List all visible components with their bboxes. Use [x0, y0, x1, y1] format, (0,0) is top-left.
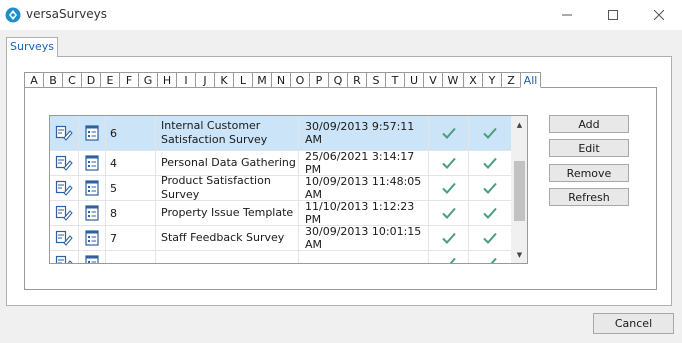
surveys-grid[interactable]: 7 Staff Feedback Survey 30/09/2013 10:01:1…	[49, 115, 528, 264]
edit-survey-icon[interactable]	[50, 201, 79, 225]
survey-date: 25/06/2021 3:14:17 PM	[299, 150, 429, 176]
view-survey-icon[interactable]	[79, 226, 106, 250]
letter-tab-w[interactable]: W	[442, 72, 464, 88]
view-survey-icon[interactable]	[79, 151, 106, 175]
table-row[interactable]: 4 Personal Data Gathering 25/06/2021 3:14:…	[50, 150, 511, 176]
check-icon	[429, 176, 469, 200]
scroll-down-button[interactable]: ▼	[511, 246, 527, 263]
letter-tab-h[interactable]: H	[157, 72, 177, 88]
letter-tab-f[interactable]: F	[119, 72, 139, 88]
letter-tab-l[interactable]: L	[233, 72, 253, 88]
check-icon	[469, 226, 511, 250]
survey-name: Staff Feedback Survey	[156, 226, 299, 250]
letter-tab-p[interactable]: P	[309, 72, 329, 88]
add-button[interactable]: Add	[549, 115, 629, 133]
cancel-button[interactable]: Cancel	[593, 313, 674, 334]
survey-id: 7	[106, 226, 156, 250]
scroll-up-button[interactable]: ▲	[511, 116, 527, 133]
table-row[interactable]: 5 Product Satisfaction Survey 10/09/2013 1…	[50, 174, 511, 201]
survey-id: 8	[106, 201, 156, 225]
letter-tab-q[interactable]: Q	[328, 72, 348, 88]
minimize-icon	[562, 14, 572, 16]
maximize-button[interactable]	[590, 0, 636, 30]
check-icon	[429, 201, 469, 225]
check-icon	[429, 226, 469, 250]
letter-tab-t[interactable]: T	[385, 72, 405, 88]
survey-date: 30/09/2013 10:01:15 AM	[299, 225, 429, 251]
table-row[interactable]: 8 Property Issue Template 11/10/2013 1:12:…	[50, 200, 511, 226]
survey-date: 11/10/2013 1:12:23 PM	[299, 200, 429, 226]
table-row[interactable]: 7 Staff Feedback Survey 30/09/2013 10:01:1…	[50, 225, 511, 251]
check-icon	[469, 251, 511, 263]
edit-survey-icon[interactable]	[50, 176, 79, 200]
letter-tab-k[interactable]: K	[214, 72, 234, 88]
letter-tab-u[interactable]: U	[404, 72, 424, 88]
check-icon	[469, 176, 511, 200]
edit-survey-icon[interactable]	[50, 151, 79, 175]
survey-name: Property Issue Template	[156, 201, 299, 225]
view-survey-icon[interactable]	[79, 116, 106, 150]
title-bar: versaSurveys	[0, 0, 682, 30]
survey-date: 30/09/2013 9:57:11 AM	[299, 116, 429, 150]
check-icon	[469, 116, 511, 150]
letter-tab-j[interactable]: J	[195, 72, 215, 88]
letter-tab-x[interactable]: X	[463, 72, 483, 88]
check-icon	[429, 151, 469, 175]
check-icon	[429, 251, 469, 263]
scrollbar-thumb[interactable]	[514, 161, 525, 221]
maximize-icon	[608, 10, 618, 20]
letter-tab-b[interactable]: B	[43, 72, 63, 88]
letter-tab-r[interactable]: R	[347, 72, 367, 88]
check-icon	[469, 201, 511, 225]
view-survey-icon[interactable]	[79, 201, 106, 225]
check-icon	[429, 116, 469, 150]
survey-id: 6	[106, 116, 156, 150]
survey-id: 5	[106, 176, 156, 200]
edit-survey-icon[interactable]	[50, 226, 79, 250]
letter-filter-tabs: A B C D E F G H I J K L M N O P Q R S T U V W X Y Z All	[24, 72, 541, 88]
survey-id	[106, 251, 156, 263]
close-button[interactable]	[636, 0, 682, 30]
edit-survey-icon	[50, 251, 79, 263]
tab-surveys[interactable]: Surveys	[6, 37, 58, 57]
edit-button[interactable]: Edit	[549, 139, 629, 157]
letter-tab-y[interactable]: Y	[482, 72, 502, 88]
letter-tab-c[interactable]: C	[62, 72, 82, 88]
letter-tab-a[interactable]: A	[24, 72, 44, 88]
remove-button[interactable]: Remove	[549, 164, 629, 182]
survey-date: 10/09/2013 11:48:05 AM	[299, 175, 429, 201]
letter-tab-m[interactable]: M	[252, 72, 272, 88]
survey-date	[299, 251, 429, 263]
check-icon	[469, 151, 511, 175]
letter-tab-v[interactable]: V	[423, 72, 443, 88]
edit-survey-icon[interactable]	[50, 116, 79, 150]
table-row-partial	[50, 251, 511, 263]
view-survey-icon	[79, 251, 106, 263]
letter-tab-s[interactable]: S	[366, 72, 386, 88]
letter-tab-all[interactable]: All	[520, 72, 541, 88]
refresh-button[interactable]: Refresh	[549, 188, 629, 206]
letter-tab-i[interactable]: I	[176, 72, 196, 88]
close-icon	[654, 10, 664, 20]
letter-tab-g[interactable]: G	[138, 72, 158, 88]
versa-logo-icon	[5, 7, 21, 23]
view-survey-icon[interactable]	[79, 176, 106, 200]
window-title: versaSurveys	[26, 7, 108, 21]
survey-id: 4	[106, 151, 156, 175]
survey-name	[156, 251, 299, 263]
letter-tab-d[interactable]: D	[81, 72, 101, 88]
letter-tab-z[interactable]: Z	[501, 72, 521, 88]
letter-tab-n[interactable]: N	[271, 72, 291, 88]
letter-tab-e[interactable]: E	[100, 72, 120, 88]
survey-name: Internal Customer Satisfaction Survey	[156, 116, 299, 150]
survey-name: Personal Data Gathering	[156, 151, 299, 175]
vertical-scrollbar[interactable]: ▲ ▼	[511, 116, 527, 263]
letter-tab-o[interactable]: O	[290, 72, 310, 88]
survey-name: Product Satisfaction Survey	[156, 174, 299, 201]
table-row[interactable]: 6 Internal Customer Satisfaction Survey 30…	[50, 116, 511, 151]
minimize-button[interactable]	[544, 0, 590, 30]
